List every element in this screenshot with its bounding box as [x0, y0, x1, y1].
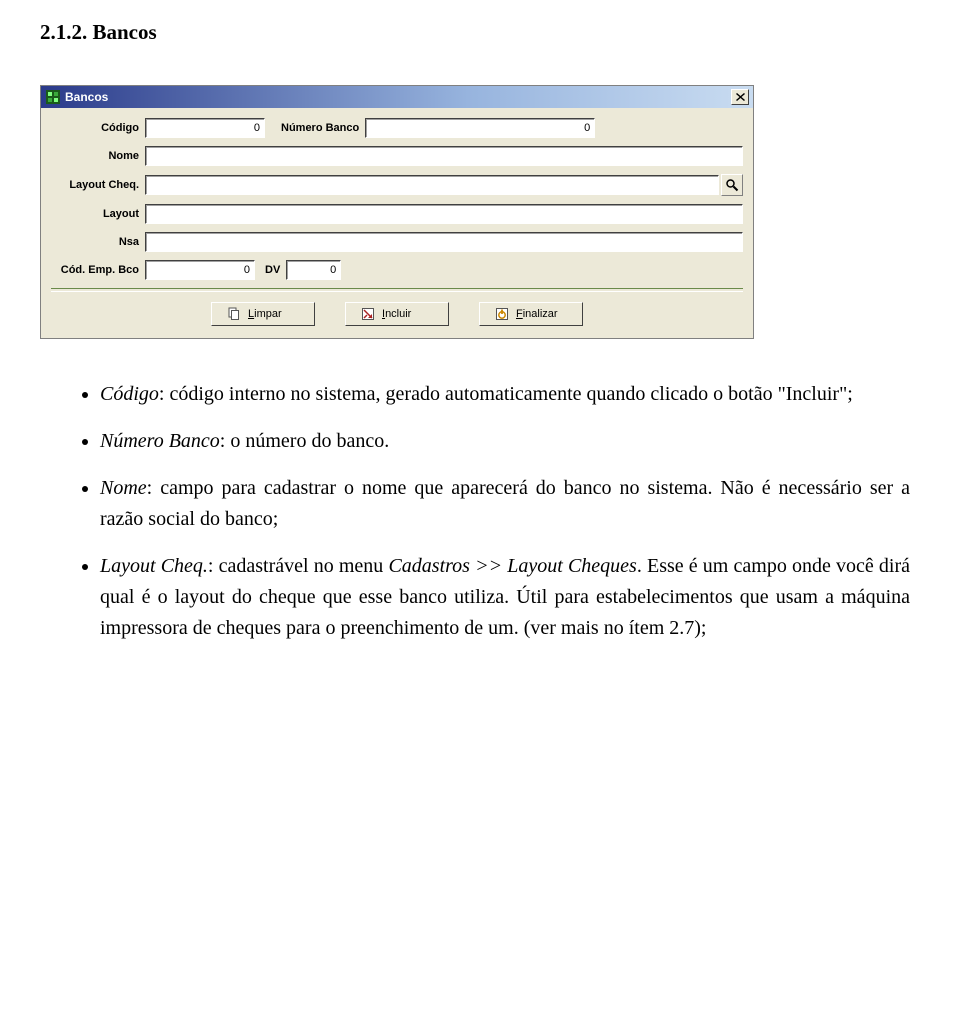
divider — [51, 288, 743, 292]
form-body: Código Número Banco Nome Layout Cheq. La… — [41, 108, 753, 338]
bullet-text-nome: : campo para cadastrar o nome que aparec… — [100, 477, 910, 530]
row-nome: Nome — [51, 146, 743, 166]
nsa-input[interactable] — [145, 232, 743, 252]
bullet-codigo: Código: código interno no sistema, gerad… — [100, 379, 920, 410]
bullet-field-codigo: Código — [100, 383, 159, 405]
nome-label: Nome — [51, 150, 145, 162]
titlebar: Bancos — [41, 86, 753, 108]
row-layout: Layout — [51, 204, 743, 224]
cod-emp-bco-input[interactable] — [145, 260, 255, 280]
limpar-button[interactable]: Limpar — [211, 302, 315, 326]
nome-input[interactable] — [145, 146, 743, 166]
layout-label: Layout — [51, 208, 145, 220]
nsa-label: Nsa — [51, 236, 145, 248]
row-nsa: Nsa — [51, 232, 743, 252]
layout-input[interactable] — [145, 204, 743, 224]
numero-banco-input[interactable] — [365, 118, 595, 138]
bullet-text-a-layout-cheq: : cadastrável no menu — [208, 555, 389, 577]
finalizar-button[interactable]: Finalizar — [479, 302, 583, 326]
row-layout-cheq: Layout Cheq. — [51, 174, 743, 196]
button-row: Limpar Incluir — [51, 302, 743, 330]
dv-label: DV — [255, 264, 286, 276]
row-cod-emp-bco: Cód. Emp. Bco DV — [51, 260, 743, 280]
insert-icon — [360, 306, 376, 322]
bullet-text-numero-banco: : o número do banco. — [220, 430, 389, 452]
layout-cheq-input[interactable] — [145, 175, 719, 195]
window-title: Bancos — [65, 90, 108, 104]
bullet-field-nome: Nome — [100, 477, 147, 499]
numero-banco-label: Número Banco — [265, 122, 365, 134]
power-icon — [494, 306, 510, 322]
codigo-input[interactable] — [145, 118, 265, 138]
bullet-layout-cheq: Layout Cheq.: cadastrável no menu Cadast… — [100, 551, 920, 644]
finalizar-label-rest: inalizar — [523, 308, 558, 320]
close-button[interactable] — [731, 89, 749, 105]
row-codigo: Código Número Banco — [51, 118, 743, 138]
limpar-label-rest: impar — [254, 308, 282, 320]
layout-cheq-label: Layout Cheq. — [51, 179, 145, 191]
dv-input[interactable] — [286, 260, 341, 280]
section-heading: 2.1.2. Bancos — [40, 20, 920, 45]
bullet-nome: Nome: campo para cadastrar o nome que ap… — [100, 473, 920, 535]
layout-cheq-lookup-button[interactable] — [721, 174, 743, 196]
incluir-label-rest: ncluir — [385, 308, 411, 320]
titlebar-left: Bancos — [45, 89, 108, 105]
app-icon — [45, 89, 61, 105]
bullet-list: Código: código interno no sistema, gerad… — [40, 379, 920, 644]
bancos-window: Bancos Código Número Banco Nome Layout C… — [40, 85, 754, 339]
copy-icon — [226, 306, 242, 322]
search-icon — [725, 178, 739, 192]
incluir-button[interactable]: Incluir — [345, 302, 449, 326]
bullet-field-layout-cheq: Layout Cheq. — [100, 555, 208, 577]
bullet-text-codigo: : código interno no sistema, gerado auto… — [159, 383, 853, 405]
bullet-em-layout-cheq: Cadastros >> Layout Cheques — [388, 555, 636, 577]
bullet-field-numero-banco: Número Banco — [100, 430, 220, 452]
codigo-label: Código — [51, 122, 145, 134]
bullet-numero-banco: Número Banco: o número do banco. — [100, 426, 920, 457]
cod-emp-bco-label: Cód. Emp. Bco — [51, 264, 145, 276]
